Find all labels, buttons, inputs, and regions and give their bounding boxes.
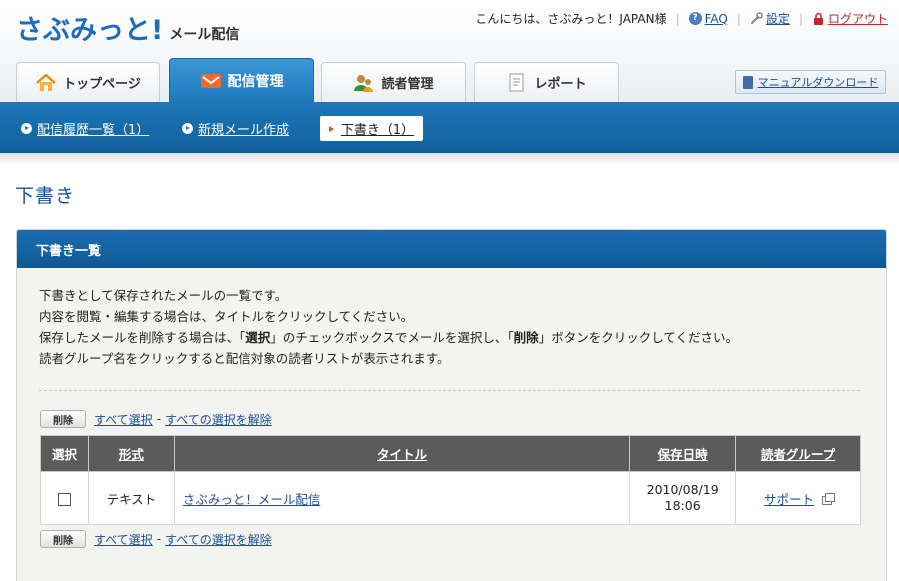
group-link[interactable]: サポート: [764, 492, 814, 507]
history-link[interactable]: 配信履歴一覧（1）: [37, 119, 149, 138]
draft-title-link[interactable]: さぶみっと！メール配信: [183, 492, 321, 507]
report-icon: [506, 73, 528, 93]
description-line: 下書きとして保存されたメールの一覧です。: [39, 288, 288, 303]
group-cell: サポート: [735, 471, 861, 525]
column-header-title[interactable]: タイトル: [173, 435, 631, 472]
faq-link[interactable]: FAQ: [705, 12, 728, 26]
arrow-circle-icon: [21, 123, 32, 134]
sub-navigation: 配信履歴一覧（1） 新規メール作成: [0, 102, 899, 153]
manual-download-link[interactable]: マニュアルダウンロード: [758, 74, 879, 90]
dashed-divider: [39, 390, 860, 391]
tab-readers[interactable]: 読者管理: [321, 62, 466, 102]
column-header-format[interactable]: 形式: [87, 435, 175, 472]
dash-separator: -: [156, 532, 162, 546]
saved-date: 2010/08/19: [646, 482, 719, 497]
table-header-row: 選択 形式 タイトル 保存日時 読者グループ: [40, 435, 861, 472]
panel-title: 下書き一覧: [17, 230, 886, 268]
column-header-select: 選択: [40, 435, 89, 472]
bulk-actions-top: 削除 すべて選択 - すべての選択を解除: [40, 410, 272, 428]
logo-sub-text: メール配信: [169, 27, 240, 43]
subnav-item-new-mail[interactable]: 新規メール作成: [182, 119, 289, 138]
greeting-text: こんにちは、さぶみっと！JAPAN様: [475, 12, 667, 26]
divider: |: [798, 11, 803, 26]
saved-time: 18:06: [664, 498, 701, 513]
deselect-all-link[interactable]: すべての選択を解除: [165, 531, 272, 548]
popup-window-icon[interactable]: [822, 492, 836, 505]
description-line: 保存したメールを削除する場合は、「選択」のチェックボックスでメールを選択し、「削…: [39, 330, 738, 345]
subnav-item-drafts[interactable]: 下書き（1）: [320, 116, 423, 141]
manual-download-button[interactable]: マニュアルダウンロード: [735, 70, 886, 94]
select-all-link[interactable]: すべて選択: [94, 531, 153, 548]
mail-icon: [200, 71, 222, 91]
dash-separator: -: [156, 412, 162, 426]
logo-main-text: さぶみっと!: [16, 15, 164, 46]
description: 下書きとして保存されたメールの一覧です。 内容を閲覧・編集する場合は、タイトルを…: [39, 285, 738, 369]
tab-label: トップページ: [63, 77, 141, 92]
book-icon: [742, 75, 753, 89]
tab-label: レポート: [534, 77, 587, 92]
title-cell: さぶみっと！メール配信: [173, 471, 631, 525]
subnav-shadow: [0, 153, 899, 165]
table-row: テキスト さぶみっと！メール配信 2010/08/19 18:06 サポート: [40, 471, 861, 525]
drafts-panel: 下書き一覧 下書きとして保存されたメールの一覧です。 内容を閲覧・編集する場合は…: [16, 229, 887, 581]
settings-link[interactable]: 設定: [766, 10, 790, 27]
select-cell: [40, 471, 89, 525]
home-icon: [35, 73, 57, 93]
tab-top-page[interactable]: トップページ: [16, 62, 160, 102]
bulk-actions-bottom: 削除 すべて選択 - すべての選択を解除: [40, 530, 272, 548]
help-icon: ?: [688, 12, 702, 25]
logo[interactable]: さぶみっと! メール配信: [16, 12, 239, 46]
arrow-right-icon: [328, 125, 334, 132]
divider: |: [736, 11, 741, 26]
description-line: 内容を閲覧・編集する場合は、タイトルをクリックしてください。: [39, 309, 414, 324]
divider: |: [675, 11, 680, 26]
tab-delivery[interactable]: 配信管理: [169, 58, 314, 102]
column-header-group[interactable]: 読者グループ: [735, 435, 861, 472]
lock-icon: [812, 12, 825, 25]
tab-label: 読者管理: [381, 77, 434, 92]
user-bar: こんにちは、さぶみっと！JAPAN様 | ? FAQ | 設定 | ログアウト: [475, 10, 888, 27]
tab-label: 配信管理: [227, 73, 284, 90]
arrow-circle-icon: [182, 123, 193, 134]
column-header-saved-at[interactable]: 保存日時: [629, 435, 737, 472]
drafts-table: 選択 形式 タイトル 保存日時 読者グループ テキスト さぶみっと！メール配信 …: [40, 435, 861, 525]
delete-button[interactable]: 削除: [40, 530, 86, 548]
saved-at-cell: 2010/08/19 18:06: [629, 471, 737, 525]
row-checkbox[interactable]: [57, 492, 71, 506]
deselect-all-link[interactable]: すべての選択を解除: [165, 411, 272, 428]
select-all-link[interactable]: すべて選択: [94, 411, 153, 428]
subnav-item-history[interactable]: 配信履歴一覧（1）: [21, 119, 149, 138]
app-header: さぶみっと! メール配信 こんにちは、さぶみっと！JAPAN様 | ? FAQ …: [0, 0, 899, 102]
page-title: 下書き: [15, 185, 76, 207]
delete-button[interactable]: 削除: [40, 410, 86, 428]
logout-link[interactable]: ログアウト: [828, 10, 888, 27]
new-mail-link[interactable]: 新規メール作成: [198, 119, 289, 138]
users-icon: [353, 73, 375, 93]
format-cell: テキスト: [87, 471, 175, 525]
tab-report[interactable]: レポート: [474, 62, 619, 102]
drafts-link[interactable]: 下書き（1）: [341, 119, 414, 138]
description-line: 読者グループ名をクリックすると配信対象の読者リストが表示されます。: [39, 351, 450, 366]
wrench-icon: [750, 12, 763, 25]
